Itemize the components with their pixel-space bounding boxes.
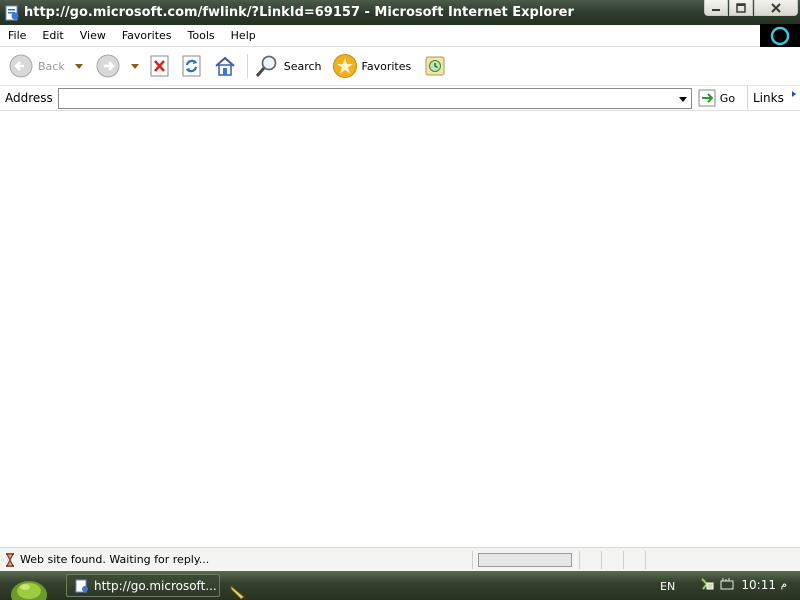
refresh-button[interactable] <box>181 50 203 82</box>
history-icon <box>425 56 445 76</box>
chevron-down-icon <box>74 63 83 69</box>
status-message: Web site found. Waiting for reply... <box>5 552 210 567</box>
clock[interactable]: 10:11 <box>741 578 776 592</box>
links-toolbar[interactable]: Links <box>747 86 800 110</box>
go-button[interactable]: Go <box>698 89 735 107</box>
progress-bar <box>478 553 572 567</box>
favorites-button[interactable]: Favorites <box>332 50 412 82</box>
window-title: http://go.microsoft.com/fwlink/?LinkId=6… <box>24 5 574 20</box>
status-bar: Web site found. Waiting for reply... <box>0 547 800 571</box>
ie-page-icon <box>75 579 88 592</box>
start-orb-icon[interactable] <box>8 573 50 600</box>
back-dropdown[interactable] <box>69 50 83 82</box>
address-dropdown-icon[interactable] <box>678 96 687 102</box>
clock-period: م <box>780 579 787 590</box>
menu-file[interactable]: File <box>0 29 34 42</box>
page-content[interactable] <box>0 111 800 547</box>
back-button[interactable]: Back <box>8 50 65 82</box>
forward-button[interactable] <box>95 50 121 82</box>
menu-favorites[interactable]: Favorites <box>114 29 180 42</box>
hourglass-icon <box>6 552 14 567</box>
menu-bar: File Edit View Favorites Tools Help <box>0 24 800 47</box>
network-icon[interactable] <box>700 577 714 591</box>
back-arrow-icon <box>9 54 33 78</box>
search-label: Search <box>283 59 322 73</box>
standard-toolbar: Back Search Favorites <box>0 47 800 85</box>
chevron-down-icon <box>130 63 139 69</box>
search-button[interactable]: Search <box>254 50 322 82</box>
address-input[interactable] <box>58 88 669 108</box>
back-label: Back <box>38 59 65 73</box>
menu-help[interactable]: Help <box>223 29 264 42</box>
address-label: Address <box>5 91 53 105</box>
windows-flag-icon <box>770 26 790 45</box>
chevron-right-icon <box>792 91 796 97</box>
favorites-label: Favorites <box>361 59 412 73</box>
windows-flag-throbber <box>760 24 800 47</box>
go-label: Go <box>719 91 736 105</box>
ie-page-icon <box>5 5 19 20</box>
stop-button[interactable] <box>149 50 171 82</box>
forward-dropdown[interactable] <box>125 50 139 82</box>
close-button[interactable] <box>754 0 798 16</box>
toolbar-separator <box>246 54 248 78</box>
volume-icon[interactable] <box>720 577 734 591</box>
minimize-button[interactable] <box>704 0 728 16</box>
minimize-icon <box>712 8 720 11</box>
title-bar[interactable]: http://go.microsoft.com/fwlink/?LinkId=6… <box>0 0 800 25</box>
status-pane <box>579 551 601 569</box>
favorites-star-icon <box>332 54 357 78</box>
address-field[interactable] <box>57 87 692 109</box>
home-button[interactable] <box>213 50 237 82</box>
go-arrow-icon <box>698 89 716 107</box>
stop-icon <box>150 55 169 77</box>
history-button[interactable] <box>423 50 447 82</box>
taskbar: http://go.microsoft... EN 10:11 م <box>0 571 800 600</box>
menu-edit[interactable]: Edit <box>34 29 71 42</box>
home-icon <box>215 56 235 76</box>
mouse-pointer-icon <box>230 585 245 600</box>
taskbar-window-button[interactable]: http://go.microsoft... <box>66 574 220 597</box>
search-icon <box>255 55 277 77</box>
maximize-icon <box>736 2 746 13</box>
tray-icons <box>700 577 734 591</box>
links-label: Links <box>753 91 784 105</box>
address-bar: Address Go Links <box>0 85 800 111</box>
menu-view[interactable]: View <box>72 29 114 42</box>
status-pane <box>645 551 800 569</box>
menu-tools[interactable]: Tools <box>180 29 223 42</box>
status-pane <box>623 551 645 569</box>
refresh-icon <box>182 55 201 77</box>
forward-arrow-icon <box>96 54 120 78</box>
maximize-button[interactable] <box>729 0 753 16</box>
status-text: Web site found. Waiting for reply... <box>20 553 210 566</box>
language-indicator[interactable]: EN <box>660 580 675 593</box>
close-icon <box>771 2 781 13</box>
taskbar-window-label: http://go.microsoft... <box>94 578 217 593</box>
status-pane <box>601 551 623 569</box>
window-controls <box>704 0 798 16</box>
